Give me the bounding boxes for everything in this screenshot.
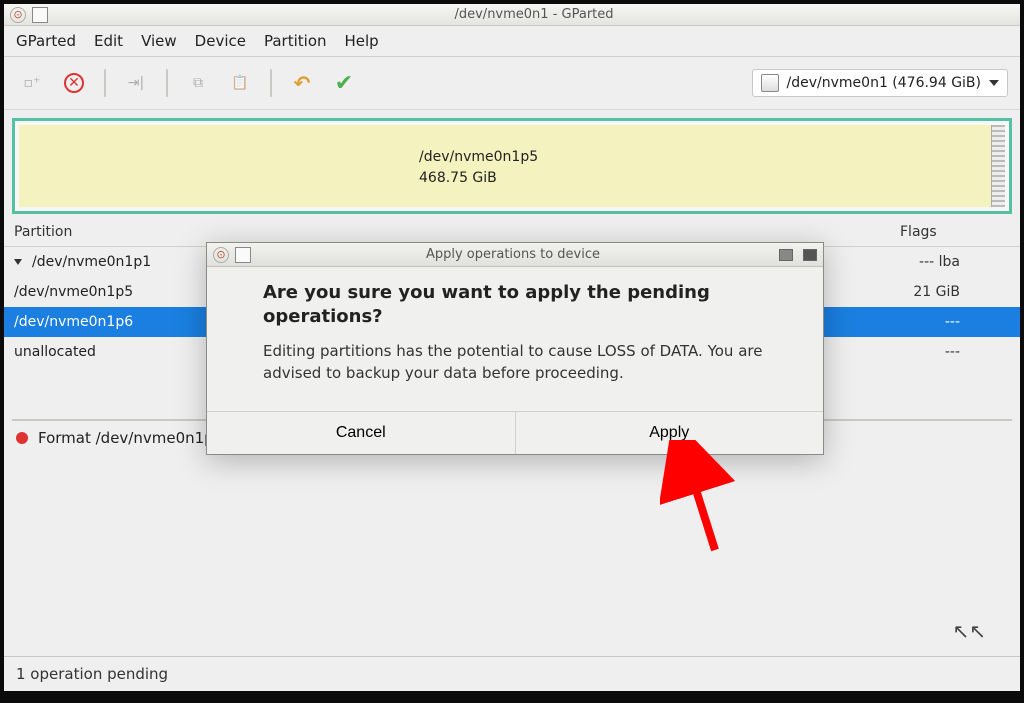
menu-partition[interactable]: Partition <box>264 32 327 50</box>
header-flags[interactable]: Flags <box>900 224 1020 240</box>
status-text: 1 operation pending <box>16 665 168 683</box>
row-partition-name: unallocated <box>14 344 96 360</box>
dialog-buttons: Cancel Apply <box>207 411 823 454</box>
app-window-icon <box>32 7 48 23</box>
apply-icon: ✔ <box>335 71 353 96</box>
partition-block-p5[interactable]: /dev/nvme0n1p5 468.75 GiB <box>19 125 991 207</box>
undo-icon: ↶ <box>294 71 311 95</box>
menu-gparted[interactable]: GParted <box>16 32 76 50</box>
app-window-icon <box>235 247 251 263</box>
partition-block-name: /dev/nvme0n1p5 <box>419 147 991 168</box>
dialog-body: Are you sure you want to apply the pendi… <box>207 267 823 411</box>
menu-help[interactable]: Help <box>345 32 379 50</box>
dialog-heading: Are you sure you want to apply the pendi… <box>263 281 797 330</box>
header-partition[interactable]: Partition <box>4 224 214 240</box>
partition-map[interactable]: /dev/nvme0n1p5 468.75 GiB <box>12 118 1012 214</box>
dialog-message: Editing partitions has the potential to … <box>263 340 797 385</box>
row-partition-name: /dev/nvme0n1p1 <box>32 254 151 270</box>
menu-device[interactable]: Device <box>195 32 246 50</box>
delete-partition-button[interactable]: ✕ <box>58 67 90 99</box>
window-title: /dev/nvme0n1 - GParted <box>54 7 1014 22</box>
copy-icon: ⧉ <box>193 75 203 91</box>
new-icon: ▫⁺ <box>24 75 41 91</box>
partition-block-size: 468.75 GiB <box>419 168 991 189</box>
copy-button[interactable]: ⧉ <box>182 67 214 99</box>
debian-swirl-icon: ⊙ <box>10 7 26 23</box>
row-size: 21 GiB <box>913 284 1020 300</box>
new-partition-button[interactable]: ▫⁺ <box>16 67 48 99</box>
toolbar-separator <box>270 69 272 97</box>
partition-visualization: /dev/nvme0n1p5 468.75 GiB <box>4 110 1020 218</box>
toolbar-separator <box>104 69 106 97</box>
resize-move-button[interactable]: ⇥| <box>120 67 152 99</box>
dialog-titlebar: ⊙ Apply operations to device <box>207 243 823 267</box>
dialog-title: Apply operations to device <box>257 247 769 262</box>
statusbar: 1 operation pending <box>4 656 1020 691</box>
row-flags: --- lba <box>919 254 1020 270</box>
apply-button[interactable]: Apply <box>515 412 824 454</box>
undo-button[interactable]: ↶ <box>286 67 318 99</box>
row-partition-name: /dev/nvme0n1p5 <box>14 284 133 300</box>
disk-icon <box>761 74 779 92</box>
toolbar-separator <box>166 69 168 97</box>
apply-button[interactable]: ✔ <box>328 67 360 99</box>
device-selector-label: /dev/nvme0n1 (476.94 GiB) <box>787 75 981 91</box>
cancel-button[interactable]: Cancel <box>207 412 515 454</box>
row-partition-name: /dev/nvme0n1p6 <box>14 314 133 330</box>
confirm-apply-dialog: ⊙ Apply operations to device Are you sur… <box>206 242 824 455</box>
format-icon <box>16 432 28 444</box>
menu-view[interactable]: View <box>141 32 177 50</box>
debian-swirl-icon: ⊙ <box>213 247 229 263</box>
chevron-down-icon <box>989 80 999 86</box>
row-flags: --- <box>945 314 1020 330</box>
expander-icon[interactable] <box>14 259 22 265</box>
maximize-icon[interactable] <box>803 249 817 261</box>
minimize-icon[interactable] <box>779 249 793 261</box>
row-flags: --- <box>945 344 1020 360</box>
menubar: GParted Edit View Device Partition Help <box>4 26 1020 57</box>
titlebar: ⊙ /dev/nvme0n1 - GParted <box>4 4 1020 26</box>
delete-icon: ✕ <box>64 73 84 93</box>
mouse-cursor-icon: ↖↖ <box>952 619 986 643</box>
screen: ⊙ /dev/nvme0n1 - GParted GParted Edit Vi… <box>0 0 1024 703</box>
paste-icon: 📋 <box>231 75 248 91</box>
toolbar: ▫⁺ ✕ ⇥| ⧉ 📋 ↶ ✔ /dev/nvme0n1 (476.94 GiB… <box>4 57 1020 110</box>
partition-handle[interactable] <box>991 125 1005 207</box>
paste-button[interactable]: 📋 <box>224 67 256 99</box>
menu-edit[interactable]: Edit <box>94 32 123 50</box>
resize-icon: ⇥| <box>128 75 144 91</box>
device-selector[interactable]: /dev/nvme0n1 (476.94 GiB) <box>752 69 1008 97</box>
